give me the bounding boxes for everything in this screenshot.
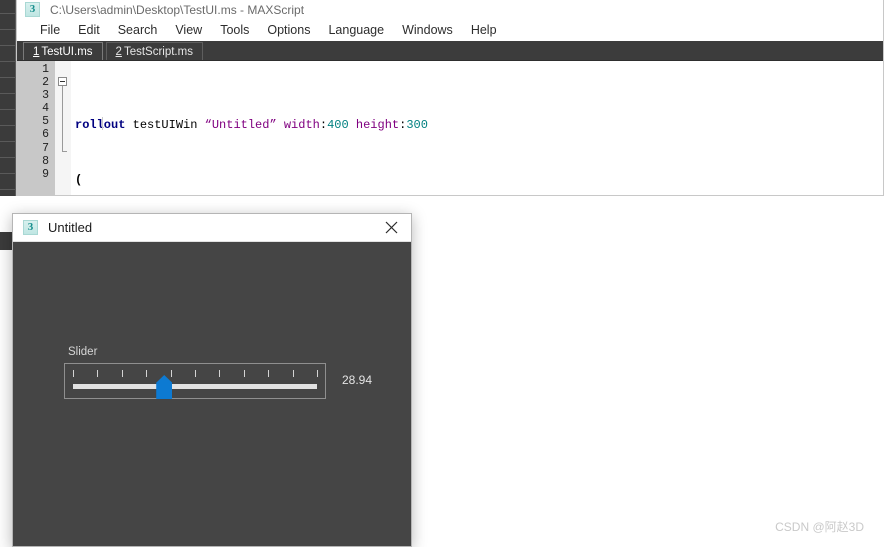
slider-tick — [73, 370, 74, 377]
menu-item-help[interactable]: Help — [462, 19, 506, 41]
slider-caption: Slider — [68, 346, 98, 358]
line-number: 7 — [42, 141, 49, 155]
slider-tick — [243, 370, 245, 377]
tab-number: 1 — [33, 46, 40, 58]
tab-number: 2 — [115, 46, 122, 58]
slider-control[interactable] — [64, 363, 326, 399]
line-number: 9 — [42, 167, 49, 181]
line-number: 2 — [42, 76, 49, 90]
slider-tick — [121, 370, 123, 377]
max3-icon: 3 — [25, 2, 40, 17]
watermark: CSDN @阿赵3D — [775, 520, 864, 534]
menu-item-search[interactable]: Search — [109, 19, 167, 41]
slider-tick — [146, 370, 148, 377]
slider-value-label: 28.94 — [342, 373, 373, 387]
slider-tick — [219, 370, 221, 377]
line-number: 4 — [42, 102, 49, 116]
slider-tick — [317, 370, 318, 377]
max3-icon: 3 — [23, 220, 38, 235]
fold-guide-elbow — [62, 151, 67, 152]
menu-item-options[interactable]: Options — [258, 19, 319, 41]
line-number: 1 — [42, 63, 49, 76]
slider-tick — [292, 370, 294, 377]
fold-guide-line — [62, 86, 63, 152]
dialog-title: Untitled — [48, 220, 93, 235]
slider-tick — [97, 370, 99, 377]
menu-item-windows[interactable]: Windows — [393, 19, 462, 41]
menu-bar: File Edit Search View Tools Options Lang… — [17, 19, 883, 41]
rollout-dialog-window: 3 Untitled Slider 28.94 — [12, 213, 412, 547]
tab-label: TestScript.ms — [123, 46, 193, 58]
line-number: 6 — [42, 128, 49, 142]
menu-item-file[interactable]: File — [31, 19, 69, 41]
window-title: C:\Users\admin\Desktop\TestUI.ms - MAXSc… — [50, 2, 305, 17]
fold-collapse-icon[interactable] — [58, 77, 67, 86]
line-number-gutter: 1 2 3 4 5 6 7 8 9 — [17, 61, 55, 195]
menu-item-view[interactable]: View — [166, 19, 211, 41]
dialog-content-area: Slider 28.94 — [13, 242, 411, 546]
menu-item-edit[interactable]: Edit — [69, 19, 109, 41]
desktop-background: 3 C:\Users\admin\Desktop\TestUI.ms - MAX… — [0, 0, 884, 547]
slider-track[interactable] — [73, 384, 317, 389]
menu-item-tools[interactable]: Tools — [211, 19, 258, 41]
maxscript-editor-window: 3 C:\Users\admin\Desktop\TestUI.ms - MAX… — [16, 0, 884, 196]
slider-tick — [170, 370, 172, 377]
line-number: 8 — [42, 154, 49, 168]
slider-tick — [195, 370, 196, 377]
slider-thumb[interactable] — [156, 375, 173, 399]
tab-label: TestUI.ms — [41, 46, 93, 58]
code-editor[interactable]: 1 2 3 4 5 6 7 8 9 rollout testUIWin “Unt… — [17, 61, 883, 195]
code-folding-column[interactable] — [55, 61, 71, 195]
slider-tick-marks — [73, 370, 318, 377]
tab-testscript-ms[interactable]: 2 TestScript.ms — [105, 42, 203, 60]
dialog-title-bar[interactable]: 3 Untitled — [13, 214, 411, 242]
code-line-2: ( — [75, 173, 83, 188]
code-text-content[interactable]: rollout testUIWin “Untitled” width:400 h… — [71, 61, 883, 195]
window-title-bar: 3 C:\Users\admin\Desktop\TestUI.ms - MAX… — [17, 0, 883, 19]
code-line-1: rollout testUIWin “Untitled” width:400 h… — [75, 118, 428, 132]
slider-tick — [268, 370, 270, 377]
menu-item-language[interactable]: Language — [319, 19, 393, 41]
close-icon[interactable] — [371, 214, 411, 241]
line-number: 5 — [42, 115, 49, 129]
indent-guide — [102, 117, 103, 130]
line-number: 3 — [42, 89, 49, 103]
tab-testui-ms[interactable]: 1 TestUI.ms — [23, 42, 103, 60]
editor-tab-strip: 1 TestUI.ms 2 TestScript.ms — [17, 41, 883, 61]
